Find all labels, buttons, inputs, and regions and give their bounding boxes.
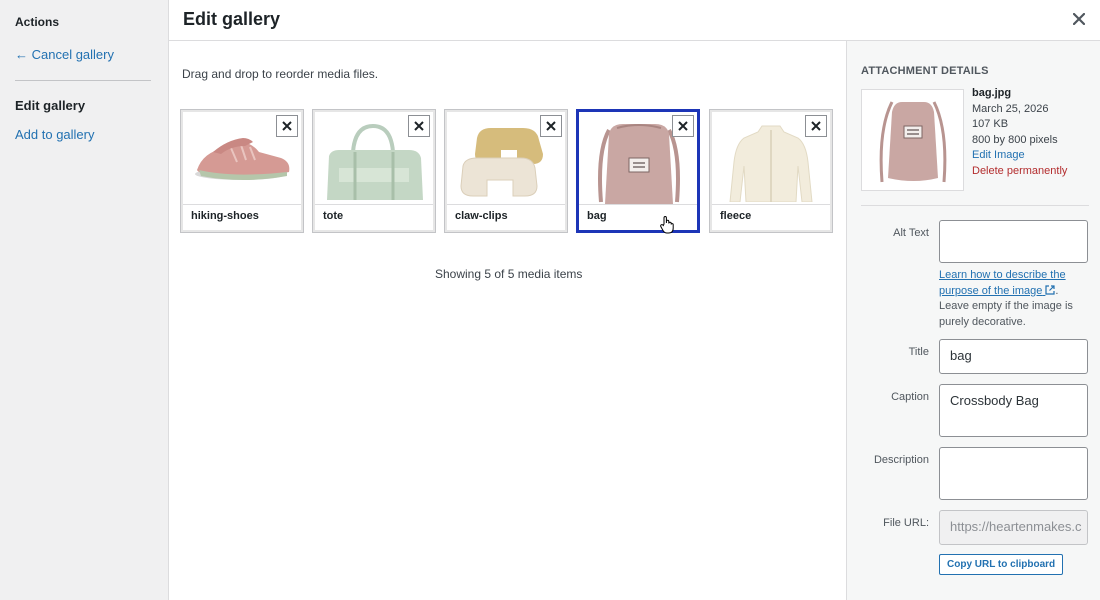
delete-permanently-link[interactable]: Delete permanently (972, 164, 1067, 180)
caption-label: Caption (891, 391, 929, 403)
cancel-gallery-link[interactable]: ← Cancel gallery (15, 47, 114, 62)
file-url-label: File URL: (883, 517, 929, 529)
alt-text-help: Learn how to describe the purpose of the… (939, 268, 1089, 330)
description-field[interactable] (939, 447, 1088, 500)
media-item-hiking-shoes[interactable]: hiking-shoes (180, 109, 304, 233)
copy-url-button[interactable]: Copy URL to clipboard (939, 554, 1064, 575)
hand-pointer-icon (660, 216, 674, 234)
help-suffix: . (1055, 284, 1059, 297)
title-field[interactable]: bag (939, 339, 1088, 374)
attachment-filename: bag.jpg (972, 87, 1012, 99)
media-item-bag[interactable]: bag (576, 109, 700, 233)
media-item-label: fleece (712, 204, 830, 230)
attachment-dimensions: 800 by 800 pixels (972, 133, 1058, 146)
alt-text-label: Alt Text (893, 227, 929, 239)
remove-icon[interactable] (276, 115, 298, 137)
bag-preview-image (862, 90, 963, 190)
alt-text-field[interactable] (939, 220, 1088, 263)
describe-image-link[interactable]: Learn how to describe the purpose of the… (939, 269, 1066, 297)
edit-image-link[interactable]: Edit Image (972, 148, 1067, 164)
title-label: Title (908, 346, 929, 358)
remove-icon[interactable] (672, 115, 694, 137)
caption-field[interactable]: Crossbody Bag (939, 384, 1088, 437)
attachment-size: 107 KB (972, 118, 1009, 130)
external-link-icon (1045, 284, 1056, 295)
actions-sidebar: Actions ← Cancel gallery Edit gallery Ad… (0, 0, 169, 600)
actions-heading: Actions (15, 15, 60, 29)
media-count: Showing 5 of 5 media items (435, 267, 583, 281)
gallery-main: Drag and drop to reorder media files. hi… (169, 41, 846, 600)
details-divider (861, 205, 1089, 206)
page-title: Edit gallery (183, 9, 281, 29)
attachment-preview (861, 89, 964, 191)
media-item-fleece[interactable]: fleece (709, 109, 833, 233)
remove-icon[interactable] (540, 115, 562, 137)
media-item-label: hiking-shoes (183, 204, 301, 230)
media-item-label: bag (579, 204, 697, 230)
modal-header: Edit gallery (169, 0, 1100, 41)
remove-icon[interactable] (805, 115, 827, 137)
media-item-label: tote (315, 204, 433, 230)
attachment-details-heading: ATTACHMENT DETAILS (861, 65, 989, 77)
close-icon[interactable] (1068, 8, 1090, 30)
media-item-label: claw-clips (447, 204, 565, 230)
reorder-instructions: Drag and drop to reorder media files. (182, 67, 379, 81)
attachment-date: March 25, 2026 (972, 102, 1049, 115)
sidebar-item-edit-gallery[interactable]: Edit gallery (15, 98, 85, 113)
remove-icon[interactable] (408, 115, 430, 137)
alt-text-help-note: Leave empty if the image is purely decor… (939, 300, 1073, 328)
file-url-field[interactable]: https://heartenmakes.c (939, 510, 1088, 545)
media-item-claw-clips[interactable]: claw-clips (444, 109, 568, 233)
description-label: Description (873, 454, 929, 466)
attachment-details-panel: ATTACHMENT DETAILS bag.jpg March 25, 202… (846, 41, 1100, 600)
add-to-gallery-link[interactable]: Add to gallery (15, 127, 95, 142)
media-item-tote[interactable]: tote (312, 109, 436, 233)
attachment-meta: bag.jpg March 25, 2026 107 KB 800 by 800… (972, 86, 1067, 179)
sidebar-divider (15, 80, 151, 81)
